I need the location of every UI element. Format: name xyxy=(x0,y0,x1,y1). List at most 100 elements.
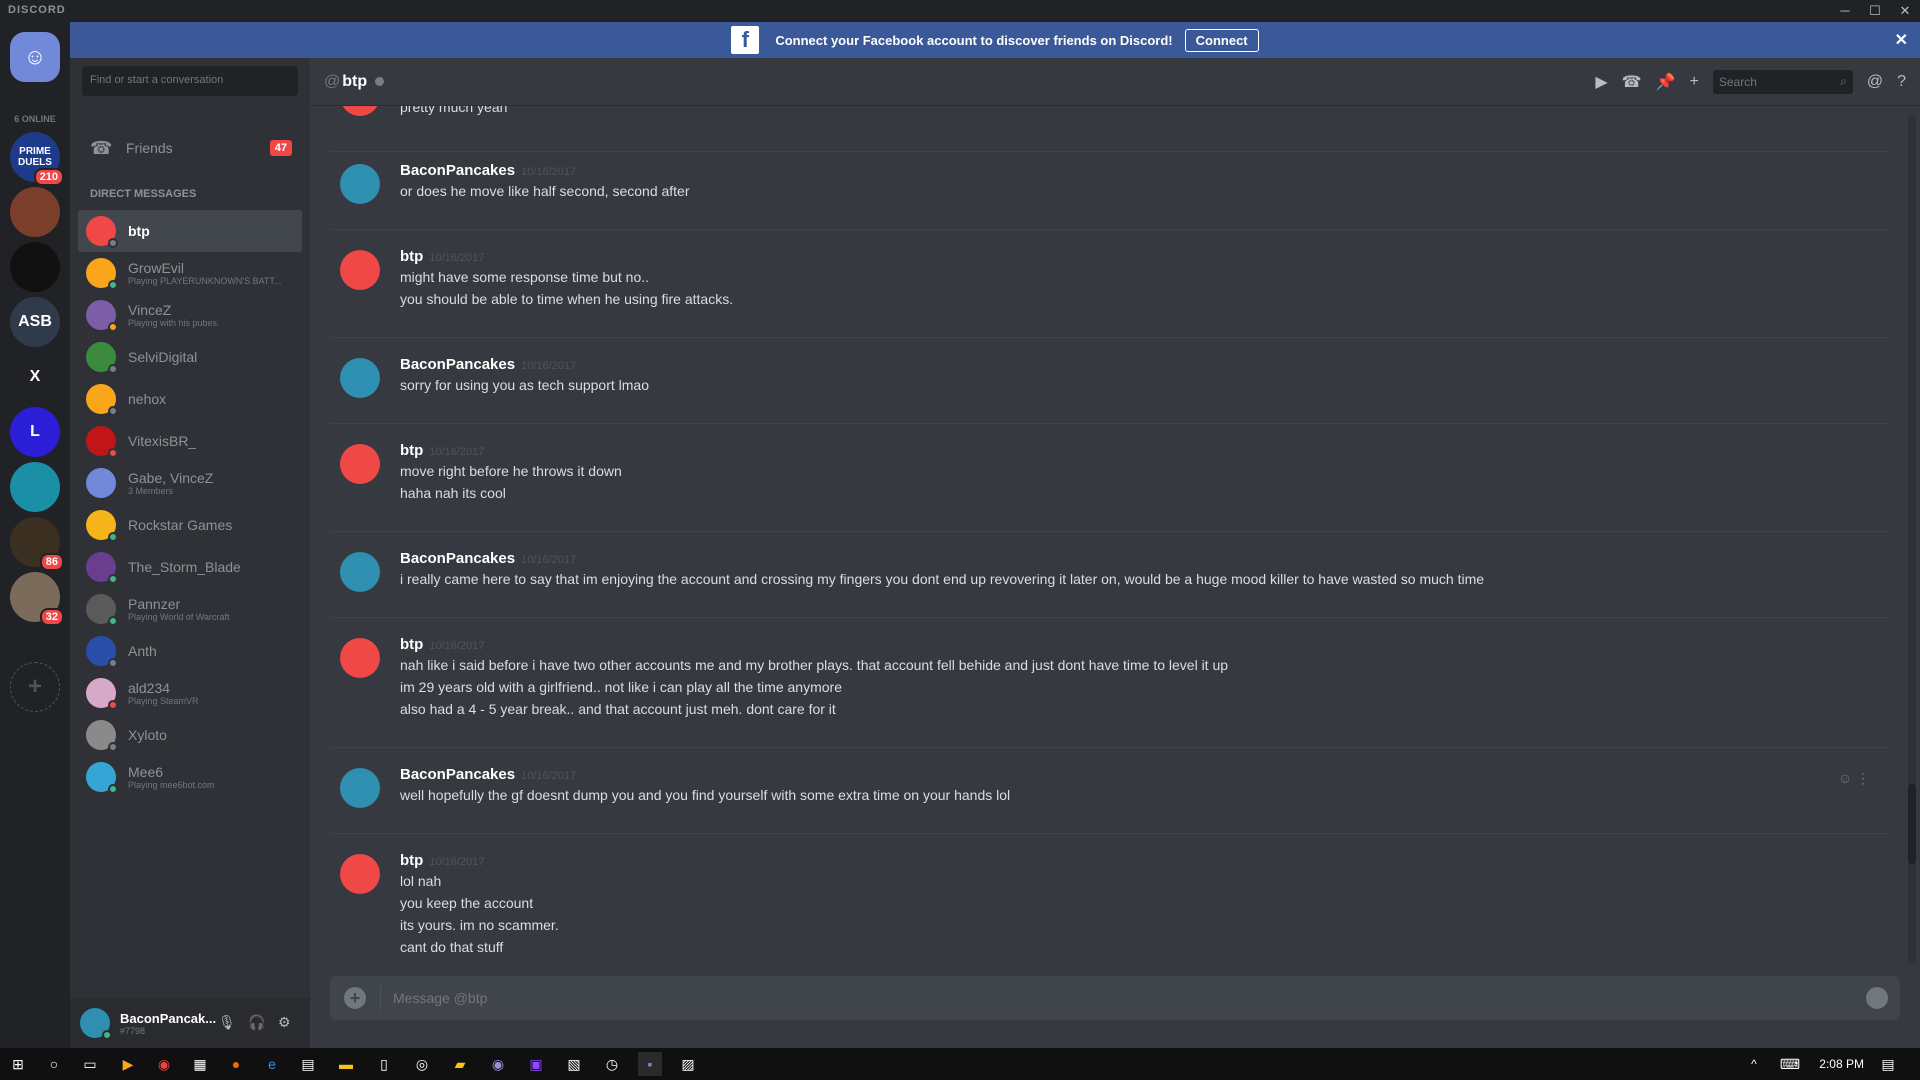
media-player-icon[interactable]: ▶ xyxy=(116,1052,140,1076)
dm-item[interactable]: The_Storm_Blade xyxy=(78,546,302,588)
scrollbar-thumb[interactable] xyxy=(1908,784,1916,864)
user-panel: BaconPancak... #7798 🎙 🎧 ⚙ xyxy=(70,998,310,1048)
voice-call-icon[interactable]: ☎ xyxy=(1622,72,1642,92)
message-input[interactable]: Message @btp xyxy=(393,990,487,1006)
steam-icon[interactable]: ◎ xyxy=(410,1052,434,1076)
settings-gear-icon[interactable]: ⚙ xyxy=(278,1014,291,1031)
banner-close-icon[interactable]: ✕ xyxy=(1895,30,1908,50)
dm-item[interactable]: Rockstar Games xyxy=(78,504,302,546)
chat-search-input[interactable]: Search ⌕ xyxy=(1712,70,1853,94)
dm-item[interactable]: nehox xyxy=(78,378,302,420)
more-options-icon[interactable]: ⋮ xyxy=(1856,770,1870,786)
dm-activity: Playing World of Warcraft xyxy=(128,612,230,622)
keyboard-icon[interactable]: ⌨ xyxy=(1778,1052,1802,1076)
chrome-icon[interactable]: ◉ xyxy=(152,1052,176,1076)
help-icon[interactable]: ? xyxy=(1897,73,1906,91)
message-author[interactable]: btp xyxy=(400,636,423,653)
store-icon[interactable]: ▦ xyxy=(188,1052,212,1076)
mentions-icon[interactable]: @ xyxy=(1867,73,1883,91)
headphones-icon[interactable]: 🎧 xyxy=(248,1014,265,1031)
pin-icon[interactable]: 📌 xyxy=(1656,72,1676,92)
show-hidden-icons[interactable]: ^ xyxy=(1742,1052,1766,1076)
message-composer[interactable]: + Message @btp xyxy=(330,976,1900,1020)
dm-item[interactable]: ald234 Playing SteamVR xyxy=(78,672,302,714)
discord-taskbar-icon[interactable]: ▪ xyxy=(638,1052,662,1076)
message-avatar[interactable] xyxy=(340,164,380,204)
message-avatar[interactable] xyxy=(340,106,380,116)
dm-item[interactable]: VinceZ Playing with his pubes. xyxy=(78,294,302,336)
video-call-icon[interactable]: ▶ xyxy=(1595,72,1607,92)
message-avatar[interactable] xyxy=(340,444,380,484)
message-author[interactable]: btp xyxy=(400,852,423,869)
photos-icon[interactable]: ▧ xyxy=(562,1052,586,1076)
edge-icon[interactable]: e xyxy=(260,1052,284,1076)
dm-item[interactable]: Xyloto xyxy=(78,714,302,756)
dm-item[interactable]: GrowEvil Playing PLAYERUNKNOWN'S BATT... xyxy=(78,252,302,294)
dm-avatar xyxy=(86,384,118,416)
message-author[interactable]: BaconPancakes xyxy=(400,766,515,783)
minimize-button[interactable]: ─ xyxy=(1830,0,1860,22)
cortana-icon[interactable]: ○ xyxy=(42,1052,66,1076)
notes-icon[interactable]: ▰ xyxy=(448,1052,472,1076)
connect-button[interactable]: Connect xyxy=(1184,28,1259,52)
obs-icon[interactable]: ◉ xyxy=(486,1052,510,1076)
server-icon[interactable]: PRIME DUELS 210 xyxy=(10,132,64,186)
start-menu-icon[interactable]: ⊞ xyxy=(6,1052,30,1076)
file-explorer-icon[interactable]: ▬ xyxy=(334,1052,358,1076)
message-scrollbar[interactable] xyxy=(1908,114,1916,964)
server-icon[interactable] xyxy=(10,187,60,237)
server-icon[interactable] xyxy=(10,462,60,512)
add-friend-icon[interactable]: + xyxy=(1690,73,1699,91)
message-author[interactable]: BaconPancakes xyxy=(400,550,515,567)
clock-app-icon[interactable]: ◷ xyxy=(600,1052,624,1076)
dm-item[interactable]: Pannzer Playing World of Warcraft xyxy=(78,588,302,630)
user-name: BaconPancak... xyxy=(120,1010,217,1026)
message-avatar[interactable] xyxy=(340,250,380,290)
message-author[interactable]: btp xyxy=(400,442,423,459)
add-reaction-icon[interactable]: ☺ xyxy=(1838,770,1852,786)
friends-home-button[interactable]: ☺ xyxy=(10,32,60,82)
user-avatar[interactable] xyxy=(80,1008,112,1040)
friends-nav-item[interactable]: ☎ Friends 47 xyxy=(78,128,302,168)
server-icon-label: L xyxy=(30,423,40,440)
twitch-icon[interactable]: ▣ xyxy=(524,1052,548,1076)
server-icon[interactable]: L xyxy=(10,407,60,457)
message-author[interactable]: btp xyxy=(400,248,423,265)
message-text: cant do that stuff xyxy=(400,939,504,955)
message-avatar[interactable] xyxy=(340,638,380,678)
dm-item[interactable]: Anth xyxy=(78,630,302,672)
add-server-button[interactable]: + xyxy=(10,662,60,712)
calculator-icon[interactable]: ▤ xyxy=(296,1052,320,1076)
dm-activity: Playing mee6bot.com xyxy=(128,780,215,790)
upload-plus-icon[interactable]: + xyxy=(344,987,366,1009)
message-avatar[interactable] xyxy=(340,358,380,398)
message-text: haha nah its cool xyxy=(400,485,506,501)
notepad-icon[interactable]: ▯ xyxy=(372,1052,396,1076)
dm-item[interactable]: VitexisBR_ xyxy=(78,420,302,462)
notifications-icon[interactable]: ▤ xyxy=(1876,1052,1900,1076)
server-icon[interactable]: 86 xyxy=(10,517,64,571)
server-icon[interactable]: X xyxy=(10,352,60,402)
message-avatar[interactable] xyxy=(340,552,380,592)
microphone-icon[interactable]: 🎙 xyxy=(218,1014,236,1031)
dm-item[interactable]: btp xyxy=(78,210,302,252)
search-icon: ⌕ xyxy=(1840,74,1847,88)
maximize-button[interactable]: ☐ xyxy=(1860,0,1890,22)
server-icon[interactable]: ASB xyxy=(10,297,60,347)
message-author[interactable]: BaconPancakes xyxy=(400,356,515,373)
task-view-icon[interactable]: ▭ xyxy=(78,1052,102,1076)
message-avatar[interactable] xyxy=(340,854,380,894)
dm-item[interactable]: Mee6 Playing mee6bot.com xyxy=(78,756,302,798)
message-author[interactable]: BaconPancakes xyxy=(400,162,515,179)
conversation-search-input[interactable]: Find or start a conversation xyxy=(82,66,298,96)
emoji-picker-icon[interactable] xyxy=(1866,987,1888,1009)
origin-icon[interactable]: ● xyxy=(224,1052,248,1076)
server-icon[interactable]: 32 xyxy=(10,572,64,626)
image-viewer-icon[interactable]: ▨ xyxy=(676,1052,700,1076)
close-window-button[interactable]: ✕ xyxy=(1890,0,1920,22)
server-icon[interactable] xyxy=(10,242,60,292)
dm-item[interactable]: Gabe, VinceZ 3 Members xyxy=(78,462,302,504)
dm-name: SelviDigital xyxy=(128,349,198,365)
message-avatar[interactable] xyxy=(340,768,380,808)
dm-item[interactable]: SelviDigital xyxy=(78,336,302,378)
